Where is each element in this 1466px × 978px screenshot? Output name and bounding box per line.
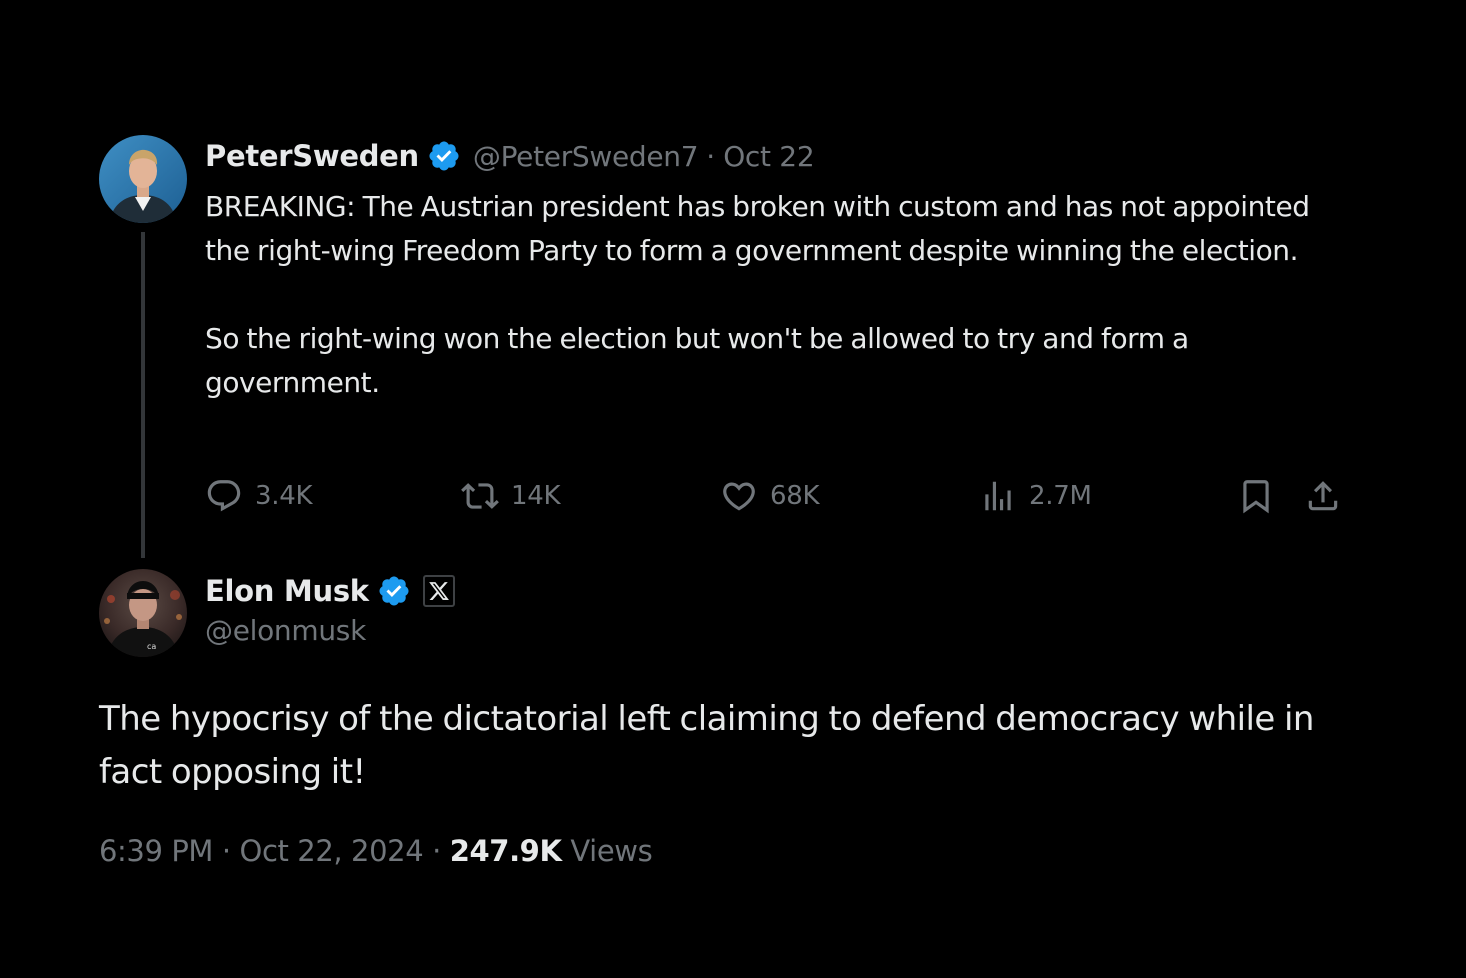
main-tweet-header: Elon Musk <box>205 571 455 611</box>
reply-button[interactable]: 3.4K <box>205 476 313 516</box>
like-count: 68K <box>770 481 820 511</box>
peter-sweden-avatar[interactable] <box>99 135 187 223</box>
main-display-name[interactable]: Elon Musk <box>205 574 369 608</box>
repost-icon <box>461 477 499 515</box>
views-count: 2.7M <box>1029 481 1092 511</box>
quoted-display-name[interactable]: PeterSweden <box>205 139 419 173</box>
verified-badge-icon[interactable] <box>427 139 461 173</box>
separator-dot: · <box>432 834 441 868</box>
bookmark-icon <box>1237 477 1275 515</box>
quoted-handle[interactable]: @PeterSweden7 <box>473 140 699 173</box>
quoted-tweet-actions: 3.4K 14K 68K 2.7M <box>205 476 1345 516</box>
views-button[interactable]: 2.7M <box>979 476 1092 516</box>
x-logo-icon[interactable] <box>422 575 455 607</box>
like-button[interactable]: 68K <box>720 476 820 516</box>
separator-dot: · <box>221 834 231 868</box>
elon-musk-avatar[interactable]: ca <box>99 569 187 657</box>
tweet-views-label: Views <box>570 834 653 868</box>
tweet-date[interactable]: Oct 22, 2024 <box>240 834 424 868</box>
repost-count: 14K <box>511 481 561 511</box>
tweet-time[interactable]: 6:39 PM <box>99 834 213 868</box>
svg-text:ca: ca <box>147 642 156 651</box>
heart-icon <box>720 477 758 515</box>
quoted-date[interactable]: Oct 22 <box>723 140 814 173</box>
bookmark-button[interactable] <box>1237 476 1275 516</box>
main-handle[interactable]: @elonmusk <box>205 614 366 647</box>
verified-badge-icon[interactable] <box>377 574 411 608</box>
tweet-metadata: 6:39 PM · Oct 22, 2024 · 247.9K Views <box>99 834 653 868</box>
analytics-icon <box>979 477 1017 515</box>
share-button[interactable] <box>1304 476 1342 516</box>
separator-dot: · <box>706 139 716 173</box>
repost-button[interactable]: 14K <box>461 476 561 516</box>
tweet-views-count: 247.9K <box>449 834 562 868</box>
reply-icon <box>205 477 243 515</box>
thread-connector-line <box>141 232 145 558</box>
main-tweet-text: The hypocrisy of the dictatorial left cl… <box>99 699 1314 792</box>
quoted-tweet-text: BREAKING: The Austrian president has bro… <box>205 190 1310 399</box>
share-icon <box>1304 477 1342 515</box>
quoted-tweet-header: PeterSweden @PeterSweden7 · Oct 22 <box>205 136 815 176</box>
reply-count: 3.4K <box>255 481 313 511</box>
